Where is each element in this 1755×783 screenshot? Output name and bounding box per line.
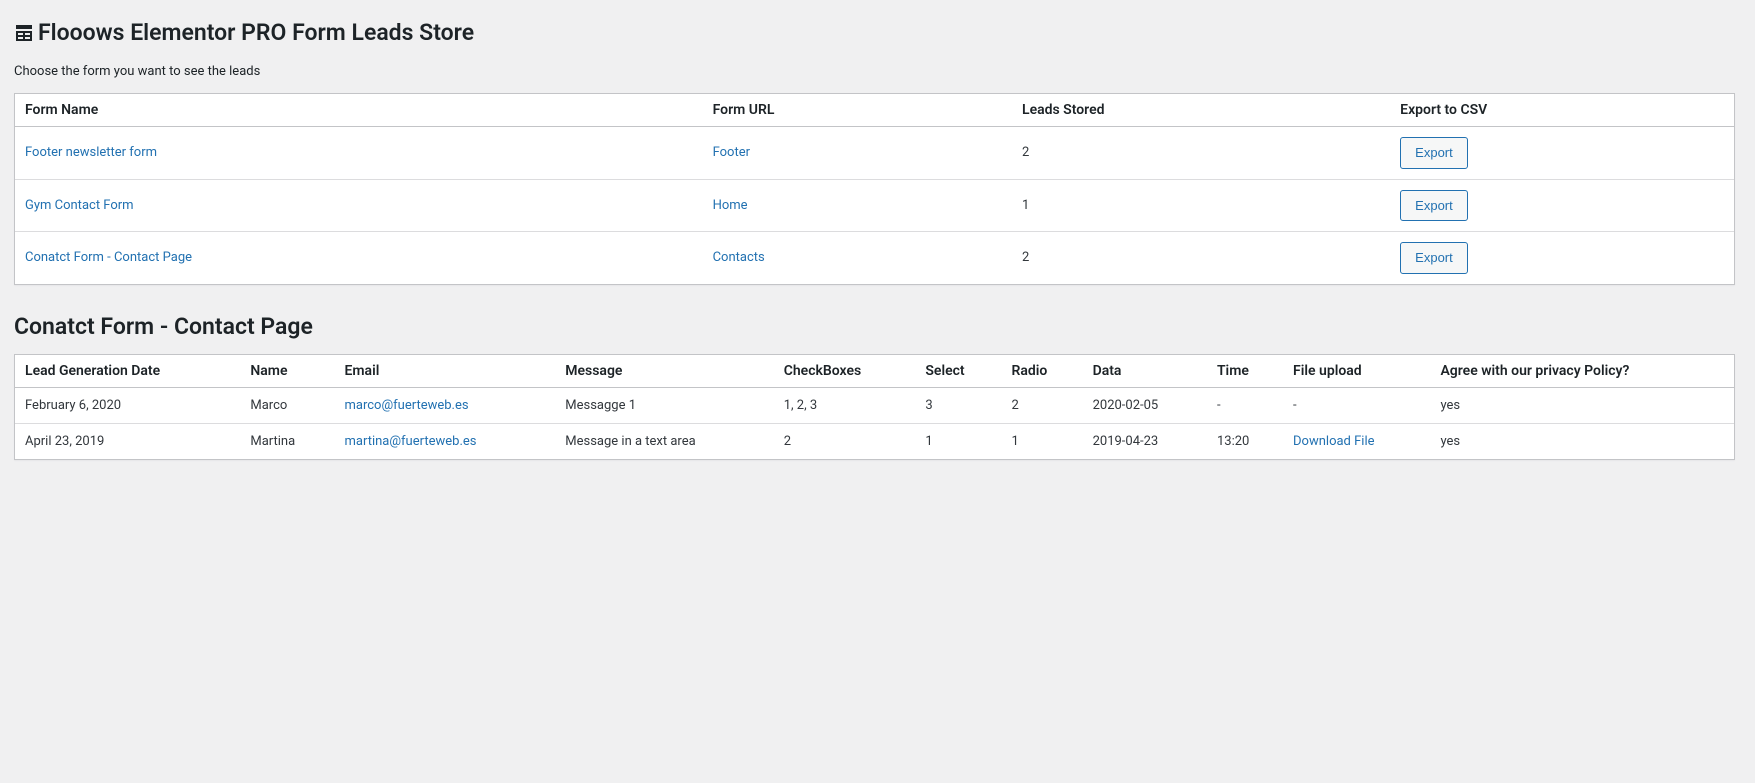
lead-name: Marco — [240, 388, 334, 424]
page-title-text: Flooows Elementor PRO Form Leads Store — [38, 19, 474, 46]
lead-message: Messagge 1 — [555, 388, 773, 424]
leads-stored-value: 1 — [1012, 180, 1390, 233]
lead-email-link[interactable]: marco@fuerteweb.es — [345, 398, 469, 413]
form-name-link[interactable]: Gym Contact Form — [25, 198, 134, 213]
leads-header-data: Data — [1083, 355, 1207, 388]
lead-message: Message in a text area — [555, 424, 773, 459]
form-icon — [14, 23, 34, 43]
lead-time: 13:20 — [1207, 424, 1283, 459]
form-url-link[interactable]: Home — [713, 198, 748, 213]
instruction-text: Choose the form you want to see the lead… — [14, 64, 1735, 79]
leads-stored-value: 2 — [1012, 232, 1390, 284]
lead-name: Martina — [240, 424, 334, 459]
leads-header-checkboxes: CheckBoxes — [774, 355, 916, 388]
lead-select: 1 — [915, 424, 1001, 459]
leads-header-radio: Radio — [1001, 355, 1082, 388]
section-title: Conatct Form - Contact Page — [14, 313, 1735, 340]
forms-header-stored: Leads Stored — [1012, 94, 1390, 127]
form-url-link[interactable]: Contacts — [713, 250, 765, 265]
leads-header-file: File upload — [1283, 355, 1430, 388]
lead-agree: yes — [1430, 424, 1734, 459]
lead-checkboxes: 1, 2, 3 — [774, 388, 916, 424]
leads-header-time: Time — [1207, 355, 1283, 388]
lead-date: February 6, 2020 — [15, 388, 240, 424]
leads-header-agree: Agree with our privacy Policy? — [1430, 355, 1734, 388]
table-row: Footer newsletter form Footer 2 Export — [15, 127, 1734, 180]
page-title: Flooows Elementor PRO Form Leads Store — [14, 10, 1735, 50]
lead-data: 2019-04-23 — [1083, 424, 1207, 459]
leads-header-date: Lead Generation Date — [15, 355, 240, 388]
table-row: April 23, 2019 Martina martina@fuerteweb… — [15, 424, 1734, 459]
lead-radio: 2 — [1001, 388, 1082, 424]
lead-checkboxes: 2 — [774, 424, 916, 459]
form-url-link[interactable]: Footer — [713, 145, 750, 160]
lead-select: 3 — [915, 388, 1001, 424]
lead-agree: yes — [1430, 388, 1734, 424]
forms-table: Form Name Form URL Leads Stored Export t… — [14, 93, 1735, 285]
lead-radio: 1 — [1001, 424, 1082, 459]
leads-header-email: Email — [335, 355, 556, 388]
leads-header-name: Name — [240, 355, 334, 388]
export-button[interactable]: Export — [1400, 190, 1468, 222]
lead-data: 2020-02-05 — [1083, 388, 1207, 424]
leads-header-message: Message — [555, 355, 773, 388]
lead-date: April 23, 2019 — [15, 424, 240, 459]
form-name-link[interactable]: Conatct Form - Contact Page — [25, 250, 192, 265]
form-name-link[interactable]: Footer newsletter form — [25, 145, 157, 160]
table-row: Conatct Form - Contact Page Contacts 2 E… — [15, 232, 1734, 284]
table-row: Gym Contact Form Home 1 Export — [15, 180, 1734, 233]
export-button[interactable]: Export — [1400, 137, 1468, 169]
leads-stored-value: 2 — [1012, 127, 1390, 180]
lead-time: - — [1207, 388, 1283, 424]
export-button[interactable]: Export — [1400, 242, 1468, 274]
leads-header-select: Select — [915, 355, 1001, 388]
forms-header-name: Form Name — [15, 94, 703, 127]
forms-header-url: Form URL — [703, 94, 1012, 127]
lead-email-link[interactable]: martina@fuerteweb.es — [345, 434, 477, 449]
download-file-link[interactable]: Download File — [1293, 434, 1375, 449]
table-row: February 6, 2020 Marco marco@fuerteweb.e… — [15, 388, 1734, 424]
forms-header-export: Export to CSV — [1390, 94, 1734, 127]
lead-file: - — [1283, 388, 1430, 424]
leads-table: Lead Generation Date Name Email Message … — [14, 354, 1735, 460]
